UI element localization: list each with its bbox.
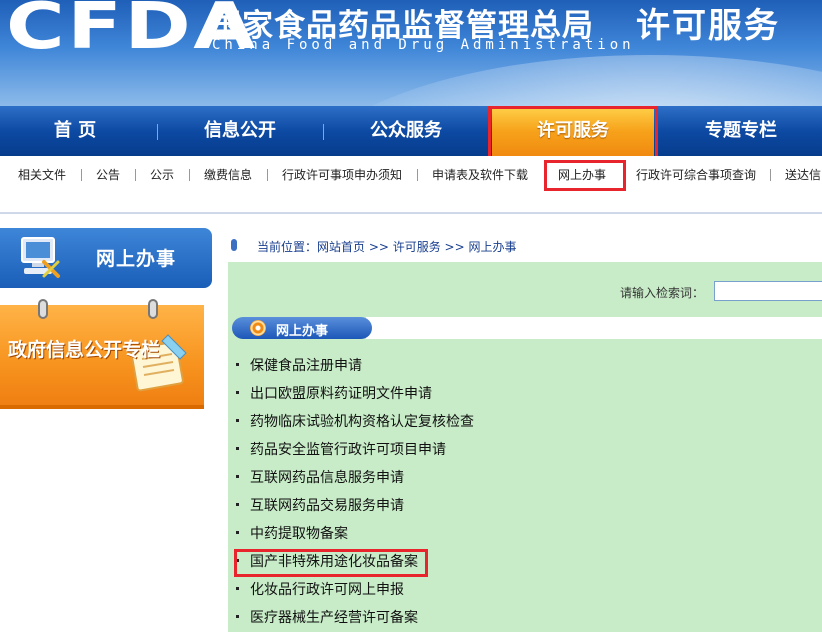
computer-icon <box>21 237 60 278</box>
list-item-label: 保健食品注册申请 <box>250 358 362 374</box>
breadcrumb-bullet-icon <box>231 239 237 251</box>
subnav-item-application-notice[interactable]: 行政许可事项申办须知 <box>282 156 402 194</box>
subnav-separator <box>417 169 418 181</box>
list-item-internet-drug-trade[interactable]: 互联网药品交易服务申请 <box>228 495 404 517</box>
list-item-label: 药物临床试验机构资格认定复核检查 <box>250 414 474 430</box>
subnav-separator <box>267 169 268 181</box>
binder-ring-icon <box>38 299 48 319</box>
list-item-internet-drug-info[interactable]: 互联网药品信息服务申请 <box>228 467 404 489</box>
online-services-panel[interactable]: 网上办事 <box>0 228 212 288</box>
nav-item-license-service[interactable]: 许可服务 <box>492 106 654 156</box>
search-label: 请输入检索词： <box>620 286 705 300</box>
bullet-dot <box>236 531 239 534</box>
list-item-eu-api-export[interactable]: 出口欧盟原料药证明文件申请 <box>228 383 432 405</box>
subnav-item-publicity[interactable]: 公示 <box>150 156 174 194</box>
subnav-item-forms-download[interactable]: 申请表及软件下载 <box>432 156 528 194</box>
section-divider <box>372 338 822 339</box>
section-header-tab: 网上办事 <box>232 317 372 339</box>
list-item-label: 中药提取物备案 <box>250 526 348 542</box>
subnav-item-related-docs[interactable]: 相关文件 <box>18 156 66 194</box>
bullet-dot <box>236 615 239 618</box>
subnav-item-online-services[interactable]: 网上办事 <box>558 156 606 194</box>
subnav-separator <box>189 169 190 181</box>
nav-item-special-topics[interactable]: 专题专栏 <box>660 106 822 156</box>
section-header-bar <box>366 317 822 339</box>
list-item-health-food-registration[interactable]: 保健食品注册申请 <box>228 355 362 377</box>
breadcrumb-text[interactable]: 当前位置：网站首页 >> 许可服务 >> 网上办事 <box>257 238 516 255</box>
list-item-label: 药品安全监管行政许可项目申请 <box>250 442 446 458</box>
subnav-separator <box>81 169 82 181</box>
swirl-icon <box>250 320 266 336</box>
binder-ring-icon <box>148 299 158 319</box>
search-input[interactable] <box>714 281 822 301</box>
list-item-tcm-extract-filing[interactable]: 中药提取物备案 <box>228 523 348 545</box>
online-services-panel-label: 网上办事 <box>96 248 177 270</box>
subnav-separator <box>135 169 136 181</box>
list-item-label: 互联网药品信息服务申请 <box>250 470 404 486</box>
subnav-divider <box>0 212 822 214</box>
subnav-item-announcements[interactable]: 公告 <box>96 156 120 194</box>
bullet-dot <box>236 447 239 450</box>
org-name-en: China Food and Drug Administration <box>212 37 635 53</box>
list-item-label: 国产非特殊用途化妆品备案 <box>250 554 418 570</box>
gov-info-panel-label: 政府信息公开专栏 <box>8 339 161 361</box>
bullet-dot <box>236 587 239 590</box>
bullet-dot <box>236 419 239 422</box>
list-item-cosmetics-filing[interactable]: 国产非特殊用途化妆品备案 <box>228 551 418 573</box>
banner-section-title: 许可服务 <box>636 6 780 46</box>
nav-separator <box>323 124 324 140</box>
list-item-drug-safety-license[interactable]: 药品安全监管行政许可项目申请 <box>228 439 446 461</box>
subnav-item-delivery-letter[interactable]: 送达信 <box>785 156 821 194</box>
bullet-dot <box>236 475 239 478</box>
list-item-label: 互联网药品交易服务申请 <box>250 498 404 514</box>
list-item-label: 化妆品行政许可网上申报 <box>250 582 404 598</box>
list-item-label: 医疗器械生产经营许可备案 <box>250 610 418 626</box>
subnav-item-fee-info[interactable]: 缴费信息 <box>204 156 252 194</box>
nav-item-home[interactable]: 首 页 <box>0 106 150 156</box>
main-content: 当前位置：网站首页 >> 许可服务 >> 网上办事 请输入检索词： 网上办事 保… <box>228 228 822 632</box>
site-banner: CFDA 国家食品药品监督管理总局 China Food and Drug Ad… <box>0 0 822 106</box>
page: CFDA 国家食品药品监督管理总局 China Food and Drug Ad… <box>0 0 822 632</box>
list-item-clinical-trial-recheck[interactable]: 药物临床试验机构资格认定复核检查 <box>228 411 474 433</box>
sub-nav: 相关文件 公告 公示 缴费信息 行政许可事项申办须知 申请表及软件下载 网上办事… <box>0 156 822 194</box>
bullet-dot <box>236 391 239 394</box>
list-item-label: 出口欧盟原料药证明文件申请 <box>250 386 432 402</box>
bullet-dot <box>236 363 239 366</box>
gov-info-disclosure-panel[interactable]: 政府信息公开专栏 <box>0 299 204 409</box>
section-title: 网上办事 <box>276 324 329 339</box>
subnav-separator <box>770 169 771 181</box>
breadcrumb: 当前位置：网站首页 >> 许可服务 >> 网上办事 <box>228 228 822 262</box>
bullet-dot <box>236 559 239 562</box>
nav-item-public-service[interactable]: 公众服务 <box>330 106 482 156</box>
list-item-cosmetics-online-declaration[interactable]: 化妆品行政许可网上申报 <box>228 579 404 601</box>
main-nav: 首 页 信息公开 公众服务 许可服务 专题专栏 <box>0 106 822 156</box>
bullet-dot <box>236 503 239 506</box>
nav-separator <box>157 124 158 140</box>
subnav-item-comprehensive-query[interactable]: 行政许可综合事项查询 <box>636 156 756 194</box>
nav-item-info-disclosure[interactable]: 信息公开 <box>165 106 315 156</box>
list-item-medical-device-filing[interactable]: 医疗器械生产经营许可备案 <box>228 607 418 629</box>
